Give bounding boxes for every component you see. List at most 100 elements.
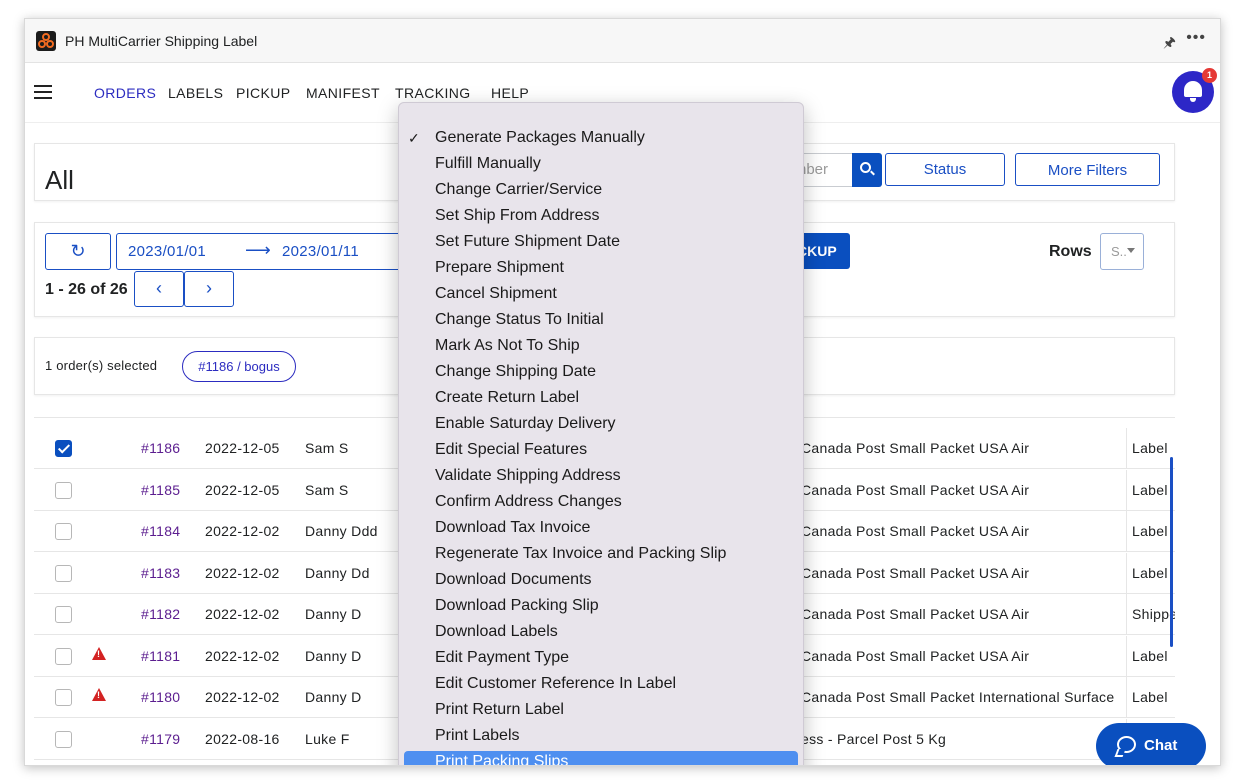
- menu-item-label: Change Carrier/Service: [435, 181, 603, 198]
- menu-item[interactable]: Cancel Shipment: [404, 283, 798, 305]
- table-scrollbar[interactable]: [1170, 457, 1173, 647]
- menu-item[interactable]: Download Packing Slip: [404, 595, 798, 617]
- menu-item-label: Enable Saturday Delivery: [435, 415, 616, 432]
- order-number-link[interactable]: #1180: [141, 689, 180, 705]
- order-date: 2022-12-02: [205, 689, 280, 705]
- menu-item[interactable]: Set Future Shipment Date: [404, 231, 798, 253]
- date-range-picker[interactable]: 2023/01/01 ⟶ 2023/01/11: [116, 233, 406, 270]
- order-number-link[interactable]: #1181: [141, 648, 180, 664]
- customer-name: Danny D: [305, 647, 362, 664]
- nav-orders[interactable]: ORDERS: [94, 85, 156, 101]
- menu-item[interactable]: Edit Payment Type: [404, 647, 798, 669]
- menu-item[interactable]: Prepare Shipment: [404, 257, 798, 279]
- rows-label: Rows: [1049, 243, 1092, 260]
- row-checkbox[interactable]: [55, 606, 72, 623]
- menu-item[interactable]: Regenerate Tax Invoice and Packing Slip: [404, 543, 798, 565]
- row-checkbox[interactable]: [55, 689, 72, 706]
- carrier-service: ess - Parcel Post 5 Kg: [801, 730, 947, 747]
- menu-item[interactable]: Print Labels: [404, 725, 798, 747]
- menu-item-label: Print Labels: [435, 727, 520, 744]
- order-number-link[interactable]: #1186: [141, 440, 180, 456]
- hamburger-menu-icon[interactable]: [34, 85, 52, 99]
- rows-per-page-select[interactable]: S..: [1100, 233, 1144, 270]
- chat-bubble-icon: [1117, 736, 1136, 753]
- menu-item[interactable]: ✓ Generate Packages Manually: [404, 127, 798, 149]
- menu-item[interactable]: Mark As Not To Ship: [404, 335, 798, 357]
- order-status: Label: [1132, 689, 1168, 705]
- menu-item[interactable]: Change Status To Initial: [404, 309, 798, 331]
- app-title: PH MultiCarrier Shipping Label: [65, 33, 258, 49]
- chat-button[interactable]: Chat: [1096, 723, 1206, 765]
- nav-help[interactable]: HELP: [491, 85, 529, 101]
- refresh-button[interactable]: ↻: [45, 233, 111, 270]
- more-horizontal-icon[interactable]: •••: [1186, 29, 1206, 47]
- menu-item-label: Fulfill Manually: [435, 155, 541, 172]
- carrier-service: Canada Post Small Packet USA Air: [801, 606, 1030, 622]
- order-number-link[interactable]: #1179: [141, 731, 180, 747]
- pagination-text: 1 - 26 of 26: [45, 281, 128, 298]
- next-page-button[interactable]: ›: [184, 271, 234, 307]
- order-status: Label: [1132, 647, 1168, 664]
- date-to: 2023/01/11: [282, 243, 359, 260]
- prev-page-button[interactable]: ‹: [134, 271, 184, 307]
- nav-labels[interactable]: LABELS: [168, 85, 223, 101]
- carrier-service: Canada Post Small Packet International S…: [801, 689, 1115, 705]
- nav-manifest[interactable]: MANIFEST: [306, 85, 380, 101]
- nav-pickup[interactable]: PICKUP: [236, 85, 291, 101]
- menu-item[interactable]: Download Documents: [404, 569, 798, 591]
- menu-item[interactable]: Edit Special Features: [404, 439, 798, 461]
- menu-item[interactable]: Change Carrier/Service: [404, 179, 798, 201]
- menu-item[interactable]: Create Return Label: [404, 387, 798, 409]
- date-from: 2023/01/01: [128, 243, 207, 260]
- menu-item[interactable]: Validate Shipping Address: [404, 465, 798, 487]
- menu-item-label: Set Ship From Address: [435, 207, 600, 224]
- menu-item-label: Edit Customer Reference In Label: [435, 675, 677, 692]
- row-checkbox[interactable]: [55, 523, 72, 540]
- notification-badge: 1: [1202, 68, 1217, 83]
- menu-item[interactable]: Change Shipping Date: [404, 361, 798, 383]
- menu-item[interactable]: Fulfill Manually: [404, 153, 798, 175]
- order-number-link[interactable]: #1182: [141, 606, 180, 622]
- menu-item-label: Confirm Address Changes: [435, 493, 622, 510]
- order-number-link[interactable]: #1185: [141, 482, 180, 498]
- row-checkbox[interactable]: [55, 564, 72, 582]
- menu-item-label: Generate Packages Manually: [435, 129, 645, 146]
- row-checkbox[interactable]: [55, 730, 72, 748]
- status-button[interactable]: Status: [885, 153, 1005, 186]
- pin-icon[interactable]: 🖈︎: [1163, 32, 1176, 56]
- more-filters-button[interactable]: More Filters: [1015, 153, 1160, 186]
- order-number-link[interactable]: #1184: [141, 523, 180, 539]
- order-date: 2022-08-16: [205, 730, 280, 747]
- order-status: Label: [1132, 523, 1168, 539]
- order-number-link[interactable]: #1183: [141, 565, 180, 581]
- menu-item-label: Download Tax Invoice: [435, 519, 591, 536]
- chevron-down-icon: [1127, 248, 1135, 253]
- customer-name: Luke F: [305, 730, 350, 747]
- menu-item[interactable]: Download Labels: [404, 621, 798, 643]
- customer-name: Sam S: [305, 481, 349, 498]
- warning-icon: [92, 688, 106, 701]
- customer-name: Danny D: [305, 606, 362, 622]
- order-date: 2022-12-02: [205, 647, 280, 664]
- selected-order-chip[interactable]: #1186 / bogus: [182, 351, 296, 382]
- menu-item[interactable]: Confirm Address Changes: [404, 491, 798, 513]
- search-button[interactable]: [852, 153, 882, 187]
- menu-item[interactable]: Print Packing Slips: [404, 751, 798, 765]
- order-date: 2022-12-05: [205, 440, 280, 456]
- menu-item[interactable]: Download Tax Invoice: [404, 517, 798, 539]
- notifications-button[interactable]: 1: [1172, 68, 1217, 113]
- menu-item-label: Cancel Shipment: [435, 285, 557, 302]
- menu-item[interactable]: Edit Customer Reference In Label: [404, 673, 798, 695]
- carrier-service: Canada Post Small Packet USA Air: [801, 523, 1030, 539]
- menu-item-label: Prepare Shipment: [435, 259, 564, 276]
- menu-item-label: Set Future Shipment Date: [435, 233, 620, 250]
- row-checkbox[interactable]: [55, 647, 72, 665]
- row-checkbox[interactable]: [55, 481, 72, 499]
- menu-item-label: Create Return Label: [435, 389, 580, 406]
- menu-item[interactable]: Print Return Label: [404, 699, 798, 721]
- nav-tracking[interactable]: TRACKING: [395, 85, 471, 101]
- menu-item[interactable]: Set Ship From Address: [404, 205, 798, 227]
- row-checkbox[interactable]: [55, 440, 72, 457]
- menu-item[interactable]: Enable Saturday Delivery: [404, 413, 798, 435]
- order-date: 2022-12-02: [205, 606, 280, 622]
